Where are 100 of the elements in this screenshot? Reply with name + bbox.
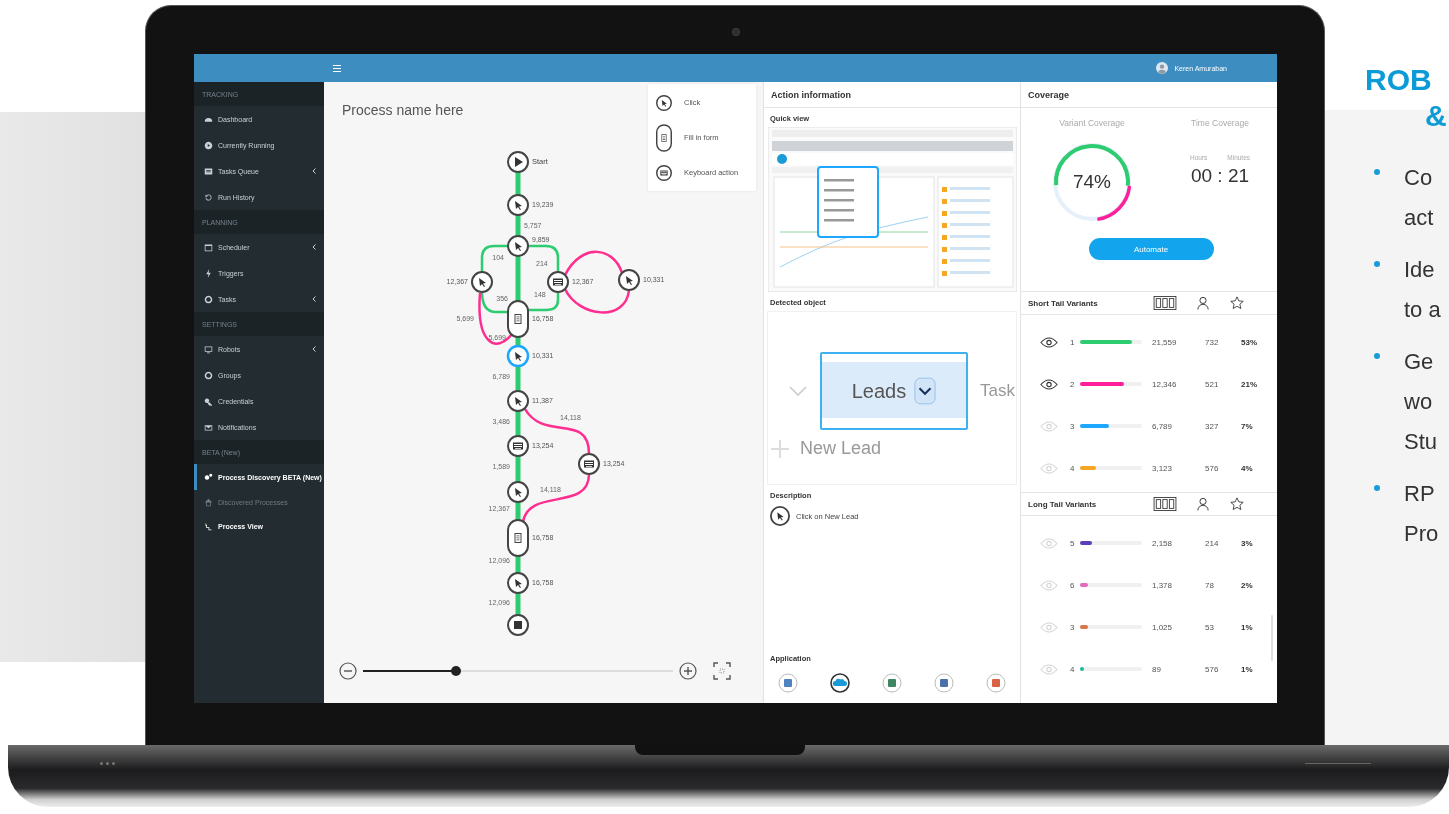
cloud-icon[interactable] [830, 673, 850, 693]
flow-connector [563, 250, 624, 276]
bullet-dot [1374, 261, 1380, 267]
menu-icon[interactable] [333, 64, 341, 72]
variant-number: 3 [1070, 421, 1076, 431]
keyboard-node[interactable] [507, 435, 529, 457]
flow-connector [515, 593, 521, 615]
variant-number: 2 [1070, 379, 1076, 389]
bullet-text: to a [1404, 296, 1441, 324]
time-value: 00 : 21 [1190, 165, 1250, 187]
metric-label: Variant Coverage [1059, 118, 1125, 128]
table-cell-text: 1% [1240, 664, 1254, 674]
bullet-text: Pro [1404, 520, 1439, 548]
app-icon[interactable] [778, 673, 798, 693]
click-node[interactable] [507, 572, 529, 594]
bullet-text: Stu [1404, 428, 1438, 456]
start-node[interactable] [507, 151, 529, 173]
keyboard-node[interactable] [578, 453, 600, 475]
table-cell-text: 2,158 [1151, 538, 1174, 548]
history-icon [204, 192, 213, 202]
table-cell-text: 3,123 [1151, 463, 1174, 473]
variant-number: 5 [1070, 538, 1076, 548]
flow-connector [515, 366, 521, 391]
table-cell-text: 12,346 [1151, 379, 1178, 389]
table-cell-text: 576 [1204, 664, 1220, 674]
avatar-icon[interactable] [1156, 62, 1169, 74]
slide-heading: & [1424, 98, 1448, 134]
monitor-icon [204, 344, 213, 354]
table-cell-text: 576 [1204, 463, 1220, 473]
bolt-icon [204, 268, 213, 278]
chevron-down-icon [914, 377, 937, 405]
table-cell-text: 53% [1240, 337, 1258, 347]
gears-icon [204, 472, 213, 482]
bullet-dot [1374, 485, 1380, 491]
faded-text: New Lead [800, 438, 882, 459]
chevron-down-icon [788, 385, 808, 397]
table-cell-text: 7% [1240, 421, 1254, 431]
table-cell-text: 6,789 [1151, 421, 1174, 431]
click-node-icon [656, 94, 672, 111]
eye-icon[interactable] [1040, 336, 1058, 348]
metric-label: Time Coverage [1191, 118, 1249, 128]
table-title: Short Tail Variants [1028, 298, 1099, 308]
table-cell-text: 21,559 [1151, 337, 1178, 347]
detected-text: Leads [851, 379, 907, 403]
fit-screen-button[interactable] [713, 662, 731, 680]
table-cell-text: 53 [1204, 622, 1215, 632]
bullet-text: Ge [1404, 348, 1435, 376]
faded-text: Task [980, 381, 1015, 401]
slider-thumb[interactable] [451, 666, 461, 676]
table-cell-text: 21% [1240, 379, 1258, 389]
table-cell-text: 89 [1151, 664, 1162, 674]
zoom-out-button[interactable] [339, 662, 357, 680]
click-node[interactable] [506, 344, 530, 368]
eye-icon[interactable] [1040, 378, 1058, 390]
table-cell-text: 1,025 [1151, 622, 1174, 632]
click-node-icon [770, 506, 790, 526]
bullet-text: act [1404, 204, 1434, 232]
variant-number: 4 [1070, 463, 1076, 473]
variant-number: 1 [1070, 337, 1076, 347]
scrollbar[interactable] [1271, 615, 1273, 661]
table-cell-text: 327 [1204, 421, 1220, 431]
spreadsheet-icon[interactable] [882, 673, 902, 693]
table-title: Long Tail Variants [1028, 499, 1098, 509]
ring-icon [204, 370, 213, 380]
presentation-icon[interactable] [986, 673, 1006, 693]
table-cell-text: 3% [1240, 538, 1254, 548]
chevron-icon [312, 296, 316, 302]
panel-title: Coverage [1021, 82, 1277, 108]
variant-number: 4 [1070, 664, 1076, 674]
click-node[interactable] [507, 481, 529, 503]
table-cell-text: 1% [1240, 622, 1254, 632]
click-node[interactable] [507, 194, 529, 216]
flow-connector [480, 244, 508, 272]
star-icon [1230, 296, 1244, 310]
flow-connector [515, 172, 521, 195]
table-cell-text: 78 [1204, 580, 1215, 590]
person-icon [1197, 497, 1209, 511]
table-cell-text: 521 [1204, 379, 1220, 389]
form-node[interactable] [507, 300, 529, 338]
form-node[interactable] [507, 519, 529, 557]
table-cell-text: 2% [1240, 580, 1254, 590]
click-node[interactable] [507, 390, 529, 412]
zoom-in-button[interactable] [679, 662, 697, 680]
chevron-icon [312, 244, 316, 250]
flow-connector [528, 292, 560, 312]
bullet-dot [1374, 353, 1380, 359]
end-node[interactable] [507, 614, 529, 636]
click-node[interactable] [471, 271, 493, 293]
flow-connector [515, 215, 521, 236]
calendar-icon [204, 242, 213, 252]
form-node-icon [656, 123, 672, 152]
document-icon[interactable] [934, 673, 954, 693]
flow-connector [515, 411, 521, 436]
person-icon [1197, 296, 1209, 310]
table-cell-text: 4% [1240, 463, 1254, 473]
key-icon [204, 396, 213, 406]
keyboard-node[interactable] [547, 271, 569, 293]
click-node[interactable] [507, 235, 529, 257]
click-node[interactable] [618, 269, 640, 291]
variant-number: 6 [1070, 580, 1076, 590]
